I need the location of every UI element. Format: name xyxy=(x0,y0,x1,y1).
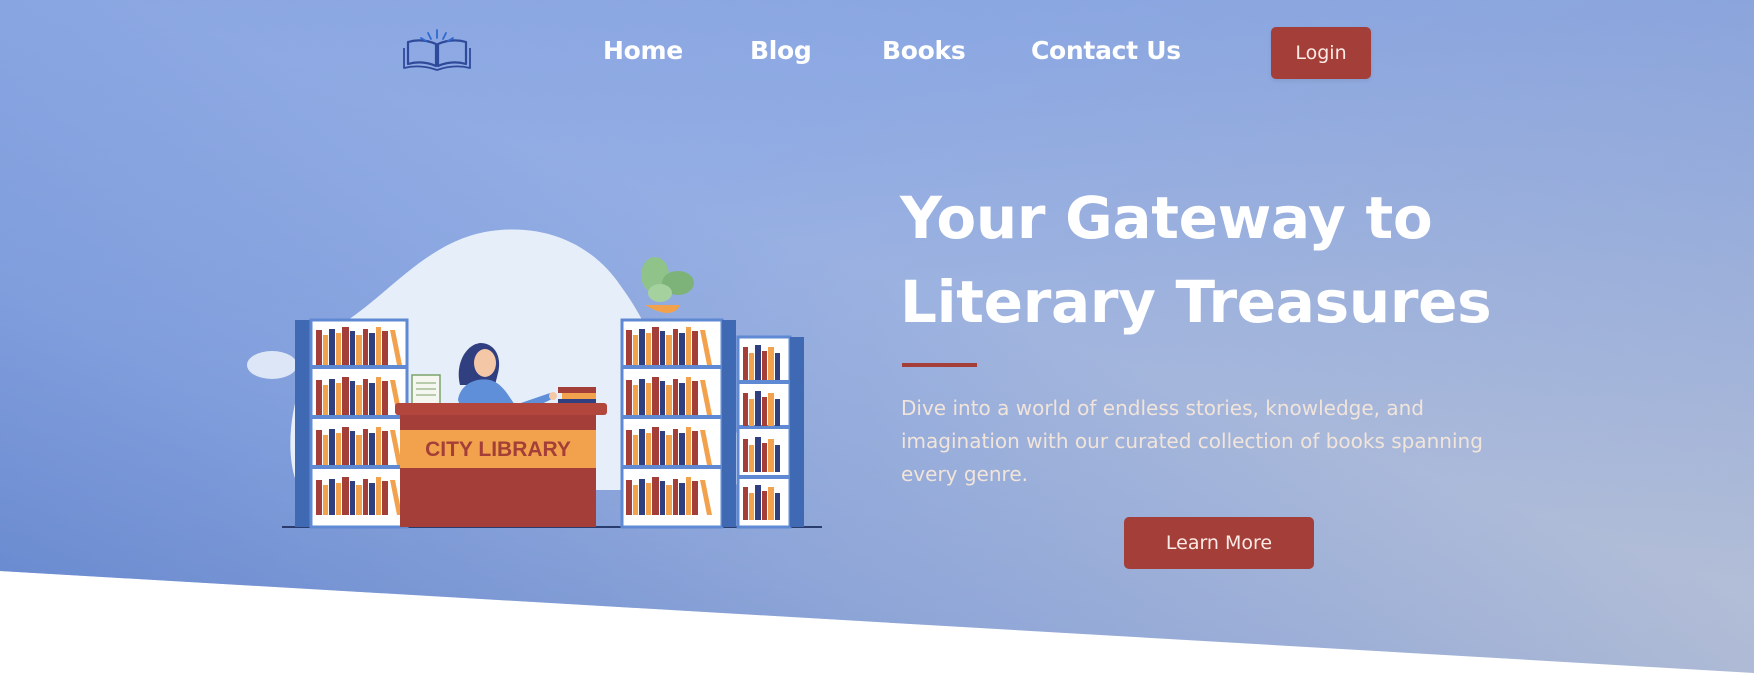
nav-link-books[interactable]: Books xyxy=(882,36,966,65)
desk-sign-text: CITY LIBRARY xyxy=(425,438,571,461)
right-bookshelf xyxy=(620,257,736,529)
small-bookshelf xyxy=(736,335,804,529)
hero-title: Your Gateway to Literary Treasures xyxy=(900,176,1620,344)
nav-link-blog[interactable]: Blog xyxy=(750,36,812,65)
nav-link-contact-us[interactable]: Contact Us xyxy=(1031,36,1181,65)
hero-title-line-1: Your Gateway to xyxy=(900,184,1433,252)
nav-link-home[interactable]: Home xyxy=(603,36,683,65)
login-button[interactable]: Login xyxy=(1271,27,1371,79)
title-accent-divider xyxy=(902,363,977,367)
hero-description: Dive into a world of endless stories, kn… xyxy=(901,396,1483,486)
library-illustration: CITY LIBRARY xyxy=(247,229,822,529)
learn-more-button[interactable]: Learn More xyxy=(1124,517,1314,569)
top-navigation: Home Blog Books Contact Us Login xyxy=(0,0,1754,106)
left-bookshelf xyxy=(295,318,409,529)
hero-title-line-2: Literary Treasures xyxy=(900,268,1492,336)
open-book-icon[interactable] xyxy=(402,28,472,72)
